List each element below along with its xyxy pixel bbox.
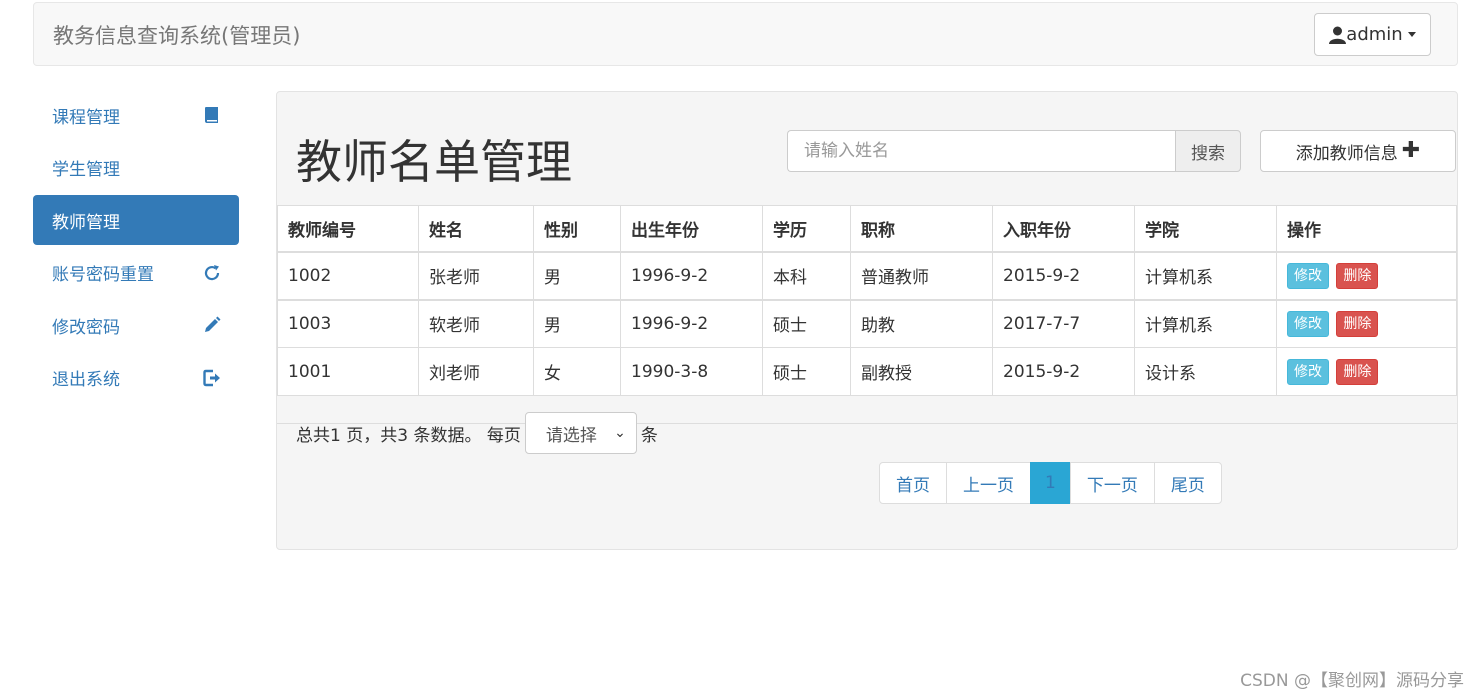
table-cell: 副教授 [850, 347, 993, 396]
user-icon [1329, 26, 1347, 44]
add-teacher-label: 添加教师信息 [1295, 143, 1398, 164]
sidebar-item-label: 学生管理 [52, 160, 120, 180]
table-cell: 1990-3-8 [620, 347, 763, 396]
delete-button[interactable]: 删除 [1336, 358, 1379, 385]
sidebar-item-label: 账号密码重置 [52, 265, 154, 285]
column-header: 姓名 [418, 205, 534, 253]
search-group: 搜索 [787, 130, 1241, 172]
user-menu-button[interactable]: admin [1314, 13, 1431, 56]
edit-button[interactable]: 修改 [1287, 262, 1329, 289]
column-header: 职称 [850, 205, 993, 253]
table-cell: 刘老师 [418, 347, 534, 396]
table-row: 1003 软老师 男 1996-9-2 硕士 助教 2017-7-7 计算机系 … [277, 299, 1457, 348]
table-cell: 张老师 [418, 251, 534, 301]
table-cell: 助教 [850, 299, 993, 348]
table-cell: 1996-9-2 [620, 299, 763, 348]
column-header: 性别 [533, 205, 621, 253]
table-cell: 设计系 [1134, 347, 1277, 396]
table-cell: 硕士 [762, 299, 851, 348]
page-first[interactable]: 首页 [879, 462, 947, 504]
page-next[interactable]: 下一页 [1069, 462, 1155, 504]
delete-button[interactable]: 删除 [1336, 310, 1379, 337]
table-row: 1002 张老师 男 1996-9-2 本科 普通教师 2015-9-2 计算机… [277, 251, 1457, 301]
page-last[interactable]: 尾页 [1153, 462, 1222, 504]
column-header: 出生年份 [620, 205, 763, 253]
brand-title[interactable]: 教务信息查询系统(管理员) [53, 20, 300, 50]
table-cell: 1003 [277, 299, 419, 348]
table-cell: 计算机系 [1134, 251, 1277, 301]
pagination: 首页 上一页 1 下一页 尾页 [879, 462, 1222, 504]
main-panel: 教师名单管理 搜索 添加教师信息 ✚ 教师编号 姓名 性别 出生年份 学历 职称… [276, 91, 1458, 550]
add-teacher-button[interactable]: 添加教师信息 ✚ [1260, 130, 1456, 172]
table-cell-actions: 修改 删除 [1276, 299, 1457, 348]
search-button[interactable]: 搜索 [1175, 130, 1241, 172]
sidebar-item-label: 退出系统 [52, 370, 120, 390]
sidebar-item-logout[interactable]: 退出系统 [33, 353, 239, 403]
sidebar: 课程管理 学生管理 教师管理 账号密码重置 修改密码 退出系统 [33, 90, 239, 405]
table-cell-actions: 修改 删除 [1276, 347, 1457, 396]
pagination-info-suffix: 条 [640, 425, 658, 446]
table-cell: 计算机系 [1134, 299, 1277, 348]
table-cell: 1002 [277, 251, 419, 301]
table-cell: 男 [533, 251, 621, 301]
watermark: CSDN @【聚创网】源码分享 [1240, 671, 1464, 691]
table-cell: 2015-9-2 [992, 347, 1135, 396]
page-size-value: 请选择 [545, 425, 597, 446]
column-header: 教师编号 [277, 205, 419, 253]
page-prev[interactable]: 上一页 [946, 462, 1031, 504]
sidebar-item-students[interactable]: 学生管理 [33, 143, 239, 193]
page-current[interactable]: 1 [1030, 462, 1071, 504]
sidebar-item-reset-password[interactable]: 账号密码重置 [33, 248, 239, 298]
table-cell: 本科 [762, 251, 851, 301]
pagination-info: 总共1 页，共3 条数据。 每页 请选择 ⌄ 条 [296, 412, 658, 454]
edit-button[interactable]: 修改 [1287, 358, 1329, 385]
column-header: 学历 [762, 205, 851, 253]
chevron-down-icon: ⌄ [614, 425, 626, 441]
sidebar-item-label: 教师管理 [52, 212, 120, 233]
table-cell: 女 [533, 347, 621, 396]
pagination-info-text: 总共1 页，共3 条数据。 每页 [296, 425, 521, 446]
plus-icon: ✚ [1401, 138, 1421, 163]
logout-icon [203, 369, 221, 387]
user-name: admin [1346, 24, 1403, 45]
column-header: 操作 [1276, 205, 1457, 253]
table-cell: 硕士 [762, 347, 851, 396]
delete-button[interactable]: 删除 [1336, 262, 1379, 289]
edit-button[interactable]: 修改 [1287, 310, 1329, 337]
pencil-icon [203, 316, 221, 334]
table-cell: 软老师 [418, 299, 534, 348]
book-icon [203, 106, 221, 124]
sidebar-item-label: 修改密码 [52, 317, 120, 338]
table-cell: 普通教师 [850, 251, 993, 301]
column-header: 学院 [1134, 205, 1277, 253]
column-header: 入职年份 [992, 205, 1135, 253]
table-row: 1001 刘老师 女 1990-3-8 硕士 副教授 2015-9-2 设计系 … [277, 347, 1457, 396]
caret-down-icon [1407, 32, 1416, 37]
sidebar-item-teachers[interactable]: 教师管理 [33, 195, 239, 245]
teacher-table: 教师编号 姓名 性别 出生年份 学历 职称 入职年份 学院 操作 1002 张老… [277, 205, 1457, 396]
sidebar-item-change-password[interactable]: 修改密码 [33, 300, 239, 350]
page-size-select[interactable]: 请选择 ⌄ [524, 412, 637, 454]
page-title: 教师名单管理 [296, 135, 572, 189]
sidebar-item-courses[interactable]: 课程管理 [33, 90, 239, 140]
table-cell: 男 [533, 299, 621, 348]
table-cell: 2015-9-2 [992, 251, 1135, 301]
table-cell: 1001 [277, 347, 419, 396]
table-cell-actions: 修改 删除 [1276, 251, 1457, 301]
sidebar-item-label: 课程管理 [52, 107, 120, 128]
table-cell: 1996-9-2 [620, 251, 763, 301]
top-navbar: 教务信息查询系统(管理员) admin [33, 2, 1458, 66]
search-input[interactable] [787, 130, 1175, 172]
table-cell: 2017-7-7 [992, 299, 1135, 348]
refresh-icon [203, 264, 221, 282]
table-header-row: 教师编号 姓名 性别 出生年份 学历 职称 入职年份 学院 操作 [277, 205, 1457, 253]
